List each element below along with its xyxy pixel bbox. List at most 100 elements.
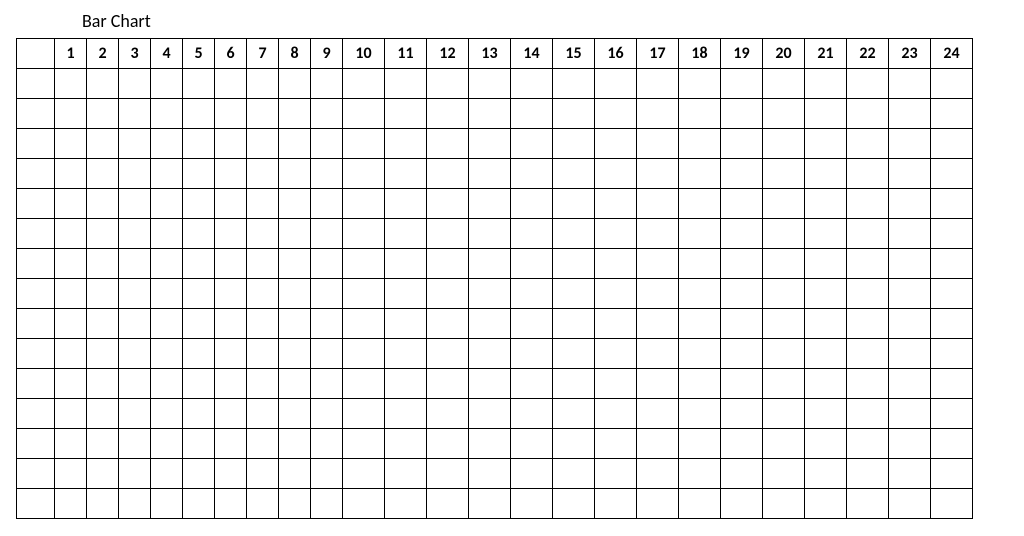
grid-cell — [637, 219, 679, 249]
grid-cell — [595, 189, 637, 219]
grid-cell — [679, 339, 721, 369]
grid-cell — [279, 489, 311, 519]
grid-cell — [763, 129, 805, 159]
grid-cell — [279, 159, 311, 189]
grid-cell — [343, 369, 385, 399]
grid-cell — [637, 159, 679, 189]
header-cell: 23 — [889, 39, 931, 69]
grid-cell — [805, 219, 847, 249]
grid-cell — [151, 69, 183, 99]
grid-cell — [279, 369, 311, 399]
grid-cell — [215, 69, 247, 99]
header-cell: 8 — [279, 39, 311, 69]
grid-cell — [343, 459, 385, 489]
grid-cell — [637, 489, 679, 519]
grid-cell — [511, 309, 553, 339]
grid-cell — [805, 309, 847, 339]
grid-cell — [311, 339, 343, 369]
header-cell: 24 — [931, 39, 973, 69]
grid-cell — [469, 129, 511, 159]
grid-cell — [119, 339, 151, 369]
grid-cell — [427, 249, 469, 279]
grid-cell — [721, 219, 763, 249]
header-cell: 7 — [247, 39, 279, 69]
grid-cell — [805, 279, 847, 309]
grid-cell — [511, 369, 553, 399]
grid-cell — [311, 189, 343, 219]
grid-cell — [805, 369, 847, 399]
grid-cell — [151, 369, 183, 399]
grid-cell — [311, 99, 343, 129]
grid-cell — [847, 159, 889, 189]
grid-cell — [151, 399, 183, 429]
grid-cell — [279, 69, 311, 99]
grid-cell — [889, 159, 931, 189]
grid-cell — [427, 399, 469, 429]
grid-cell — [343, 339, 385, 369]
grid-cell — [511, 69, 553, 99]
grid-cell — [17, 309, 55, 339]
grid-cell — [311, 129, 343, 159]
header-cell: 2 — [87, 39, 119, 69]
grid-cell — [385, 369, 427, 399]
grid-cell — [595, 69, 637, 99]
grid-cell — [17, 69, 55, 99]
grid-cell — [17, 189, 55, 219]
grid-cell — [427, 99, 469, 129]
grid-cell — [511, 159, 553, 189]
grid-cell — [847, 429, 889, 459]
grid-cell — [763, 369, 805, 399]
header-cell: 18 — [679, 39, 721, 69]
grid-cell — [889, 189, 931, 219]
grid-cell — [637, 459, 679, 489]
grid-cell — [427, 189, 469, 219]
grid-cell — [595, 399, 637, 429]
grid-row — [17, 249, 973, 279]
grid-cell — [679, 249, 721, 279]
grid-cell — [763, 429, 805, 459]
grid-cell — [247, 339, 279, 369]
grid-cell — [311, 369, 343, 399]
grid-cell — [55, 429, 87, 459]
grid-cell — [17, 459, 55, 489]
grid-cell — [151, 309, 183, 339]
grid-cell — [119, 159, 151, 189]
grid-cell — [87, 339, 119, 369]
grid-cell — [55, 309, 87, 339]
header-cell: 11 — [385, 39, 427, 69]
grid-cell — [721, 99, 763, 129]
grid-cell — [637, 69, 679, 99]
grid-cell — [679, 219, 721, 249]
grid-cell — [55, 279, 87, 309]
grid-cell — [17, 429, 55, 459]
grid-cell — [183, 279, 215, 309]
grid-cell — [87, 129, 119, 159]
header-cell: 19 — [721, 39, 763, 69]
grid-cell — [385, 459, 427, 489]
grid-cell — [511, 219, 553, 249]
grid-cell — [931, 189, 973, 219]
grid-cell — [279, 99, 311, 129]
grid-cell — [847, 489, 889, 519]
grid-cell — [469, 249, 511, 279]
grid-cell — [595, 369, 637, 399]
grid-cell — [385, 69, 427, 99]
grid-cell — [17, 279, 55, 309]
header-cell: 1 — [55, 39, 87, 69]
grid-cell — [215, 339, 247, 369]
grid-cell — [87, 399, 119, 429]
grid-cell — [553, 69, 595, 99]
grid-cell — [343, 249, 385, 279]
grid-cell — [279, 399, 311, 429]
grid-row — [17, 309, 973, 339]
grid-cell — [679, 309, 721, 339]
grid-cell — [721, 189, 763, 219]
grid-cell — [469, 219, 511, 249]
grid-cell — [679, 399, 721, 429]
grid-cell — [805, 249, 847, 279]
grid-cell — [595, 249, 637, 279]
grid-row — [17, 159, 973, 189]
grid-cell — [215, 189, 247, 219]
grid-cell — [279, 459, 311, 489]
grid-row — [17, 219, 973, 249]
